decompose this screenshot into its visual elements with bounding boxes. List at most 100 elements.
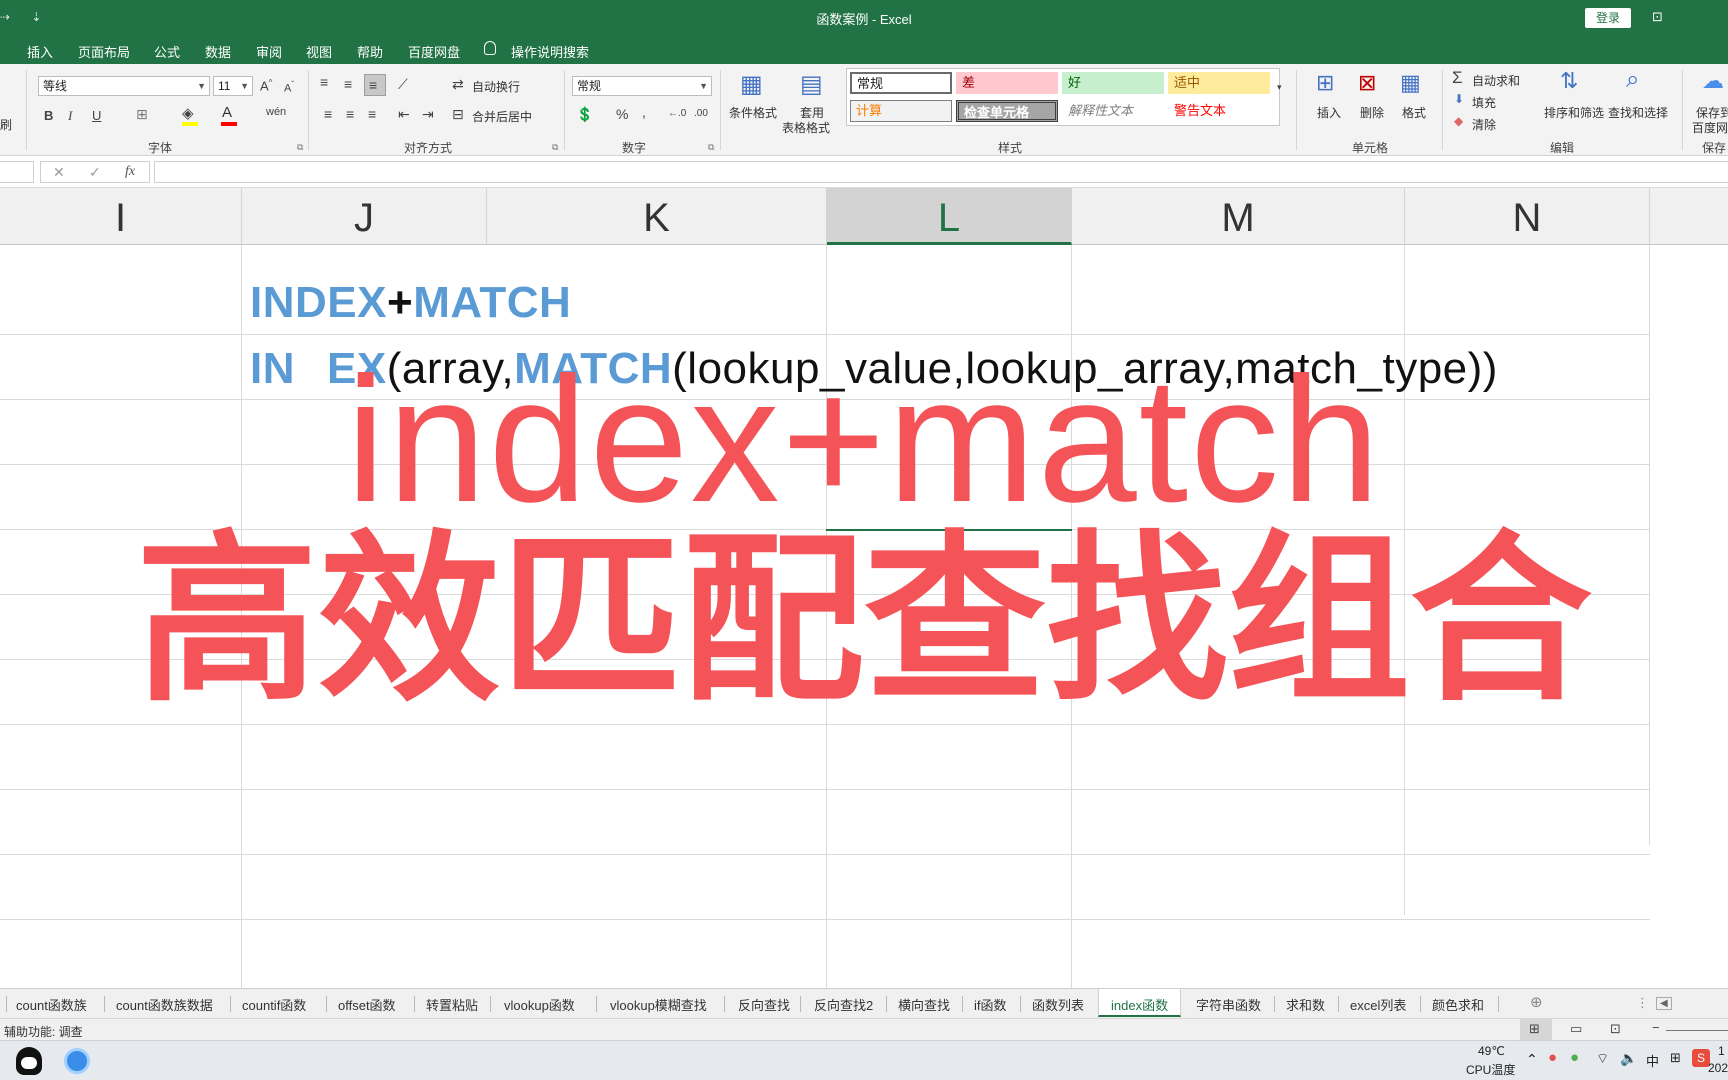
sheet-tab[interactable]: 函数列表 [1032, 995, 1084, 1014]
format-cells-icon[interactable]: ▦ [1400, 70, 1421, 96]
ribbon-display-options-icon[interactable]: ⊡ [1652, 9, 1663, 25]
clock-time[interactable]: 1 [1718, 1044, 1725, 1058]
insert-function-icon[interactable]: fx [125, 164, 135, 180]
tab-view[interactable]: 视图 [306, 42, 332, 61]
sheet-tab[interactable]: 转置粘贴 [426, 995, 478, 1014]
tab-insert[interactable]: 插入 [27, 42, 53, 61]
login-button[interactable]: 登录 [1585, 8, 1631, 28]
align-top-icon[interactable]: ≡ [320, 74, 328, 90]
italic-icon[interactable]: I [68, 108, 72, 124]
dialog-launcher-icon[interactable]: ⧉ [552, 142, 558, 153]
insert-cells-icon[interactable]: ⊞ [1316, 70, 1334, 96]
sheet-tab[interactable]: countif函数 [242, 995, 306, 1014]
sheet-tab[interactable]: 反向查找2 [814, 995, 873, 1014]
formula-input[interactable] [154, 161, 1728, 183]
tell-me-search[interactable]: 操作说明搜索 [511, 42, 589, 61]
column-header-j[interactable]: J [242, 188, 487, 245]
percent-icon[interactable]: % [616, 106, 628, 122]
style-neutral[interactable]: 适中 [1168, 72, 1270, 94]
style-bad[interactable]: 差 [956, 72, 1058, 94]
column-header-k[interactable]: K [487, 188, 827, 245]
style-good[interactable]: 好 [1062, 72, 1164, 94]
find-select-icon[interactable]: ⌕ [1626, 66, 1639, 94]
column-header-l[interactable]: L [827, 188, 1072, 245]
tray-expand-icon[interactable]: ⌃ [1526, 1051, 1538, 1068]
conditional-format-button[interactable]: 条件格式 [729, 104, 777, 121]
sheet-tab-active[interactable]: index函数 [1098, 989, 1182, 1017]
page-layout-view-icon[interactable]: ▭ [1570, 1021, 1582, 1037]
align-right-icon[interactable]: ≡ [368, 106, 376, 122]
sheet-tab[interactable]: 反向查找 [738, 995, 790, 1014]
tray-app-icon[interactable]: ● [1570, 1049, 1579, 1066]
borders-icon[interactable]: ⊞ [136, 106, 148, 123]
tab-data[interactable]: 数据 [205, 42, 231, 61]
style-warning[interactable]: 警告文本 [1168, 100, 1270, 122]
style-explanatory[interactable]: 解释性文本 [1062, 100, 1164, 122]
fill-color-icon[interactable]: ◈ [182, 104, 194, 122]
insert-cells-button[interactable]: 插入 [1317, 104, 1341, 121]
clear-icon[interactable]: ◆ [1454, 114, 1463, 128]
increase-decimal-icon[interactable]: ←.0 [668, 108, 686, 119]
find-select-button[interactable]: 查找和选择 [1608, 104, 1668, 121]
column-header-m[interactable]: M [1072, 188, 1405, 245]
align-middle-icon[interactable]: ≡ [344, 76, 352, 92]
sheet-tab[interactable]: 颜色求和 [1432, 995, 1484, 1014]
sheet-tab[interactable]: count函数族数据 [116, 995, 213, 1014]
format-as-table-line2[interactable]: 表格格式 [782, 119, 830, 136]
sheet-tab[interactable]: offset函数 [338, 995, 396, 1014]
tab-page-layout[interactable]: 页面布局 [78, 42, 130, 61]
phonetic-guide-icon[interactable]: wén [266, 106, 286, 118]
underline-icon[interactable]: U [92, 108, 101, 123]
number-format-combo[interactable]: 常规 ▼ [572, 76, 712, 96]
font-name-combo[interactable]: 等线 ▼ [38, 76, 210, 96]
style-calculation[interactable]: 计算 [850, 100, 952, 122]
tab-review[interactable]: 审阅 [256, 42, 282, 61]
save-baidu-line2[interactable]: 百度网 [1692, 119, 1728, 136]
autosum-button[interactable]: 自动求和 [1472, 72, 1520, 89]
ime-indicator[interactable]: 中 [1646, 1051, 1659, 1070]
fill-icon[interactable]: ⬇ [1454, 92, 1464, 106]
dialog-launcher-icon[interactable]: ⧉ [297, 142, 303, 153]
wrap-text-button[interactable]: 自动换行 [472, 78, 520, 95]
increase-indent-icon[interactable]: ⇥ [422, 106, 434, 123]
column-header-n[interactable]: N [1405, 188, 1650, 245]
tray-app-icon[interactable]: ● [1548, 1049, 1557, 1066]
qq-icon[interactable] [16, 1047, 42, 1075]
bold-icon[interactable]: B [44, 108, 53, 123]
grow-font-icon[interactable]: A^ [260, 78, 272, 93]
tab-scroll-dots-icon[interactable]: ⋮ [1636, 995, 1649, 1011]
normal-view-button[interactable]: ⊞ [1520, 1019, 1552, 1041]
shrink-font-icon[interactable]: Aˇ [284, 80, 294, 95]
sheet-tab[interactable]: if函数 [974, 995, 1007, 1014]
clear-button[interactable]: 清除 [1472, 116, 1496, 133]
column-header-next[interactable] [1650, 188, 1728, 245]
page-break-view-icon[interactable]: ⊡ [1610, 1021, 1621, 1037]
sheet-tab[interactable]: count函数族 [16, 995, 87, 1014]
zoom-out-icon[interactable]: − [1652, 1020, 1660, 1035]
format-cells-button[interactable]: 格式 [1402, 104, 1426, 121]
sort-filter-button[interactable]: 排序和筛选 [1544, 104, 1604, 121]
decrease-indent-icon[interactable]: ⇤ [398, 106, 410, 123]
align-left-icon[interactable]: ≡ [324, 106, 332, 122]
format-as-table-icon[interactable]: ▤ [800, 70, 823, 99]
tab-baidu-netdisk[interactable]: 百度网盘 [408, 42, 460, 61]
autosum-icon[interactable]: Σ [1452, 68, 1463, 88]
volume-icon[interactable]: 🔈 [1620, 1050, 1637, 1067]
sheet-tab[interactable]: 横向查找 [898, 995, 950, 1014]
fill-button[interactable]: 填充 [1472, 94, 1496, 111]
cell-j1[interactable]: INDEX+MATCH [250, 278, 571, 328]
currency-icon[interactable]: 💲 [576, 106, 593, 123]
sheet-tab[interactable]: vlookup函数 [504, 995, 575, 1014]
column-header-i[interactable]: I [0, 188, 242, 245]
clock-date[interactable]: 202 [1708, 1061, 1728, 1075]
zoom-slider[interactable] [1666, 1030, 1728, 1031]
align-bottom-button[interactable]: ≡ [364, 74, 386, 96]
ime-mode-icon[interactable]: ⊞ [1670, 1050, 1681, 1066]
merge-center-button[interactable]: 合并后居中 [472, 108, 532, 125]
comma-style-icon[interactable]: , [642, 104, 646, 120]
orientation-icon[interactable]: ⟋ [398, 76, 408, 93]
wifi-icon[interactable]: ⌔ [1596, 1050, 1609, 1068]
conditional-format-icon[interactable]: ▦ [740, 70, 763, 99]
baidu-cloud-icon[interactable]: ☁ [1702, 68, 1724, 94]
accessibility-status[interactable]: 辅助功能: 调查 [4, 1023, 83, 1040]
